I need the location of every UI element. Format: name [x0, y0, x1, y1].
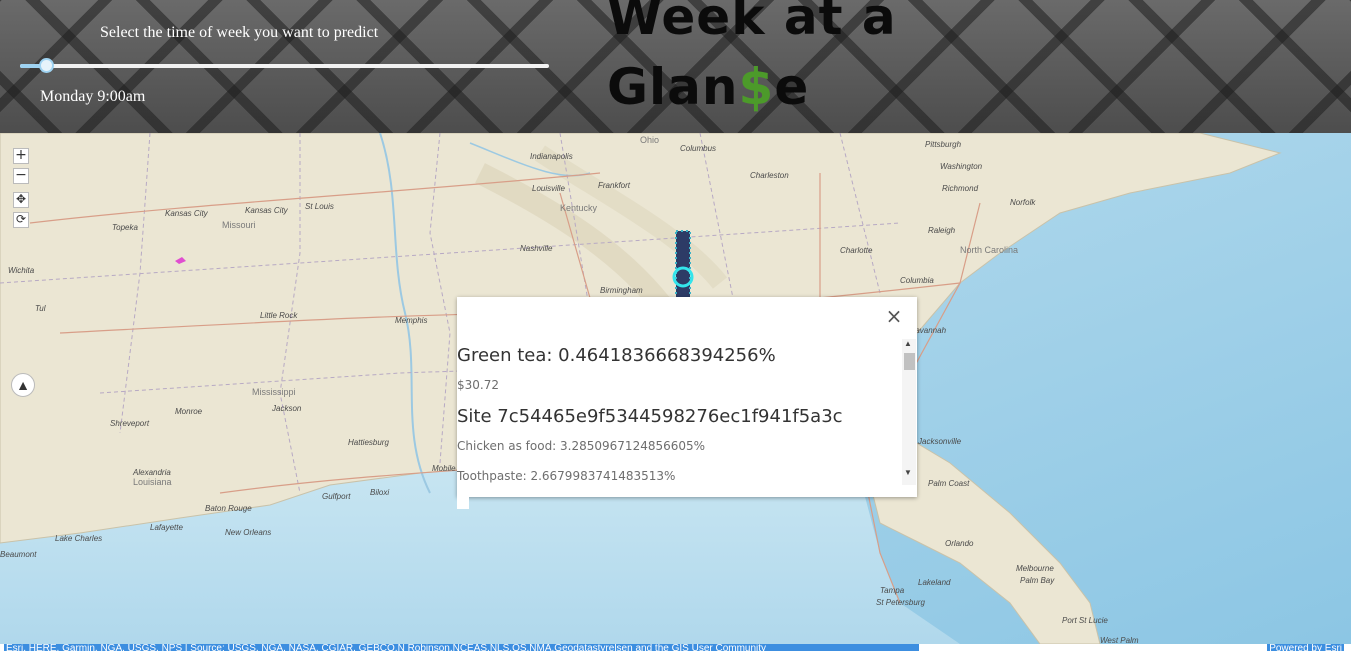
- city-label: Charlotte: [840, 246, 873, 255]
- city-label: Melbourne: [1016, 564, 1054, 573]
- site-popup[interactable]: × Green tea: 0.4641836668394256% $30.72 …: [457, 297, 917, 497]
- city-label: Little Rock: [260, 311, 298, 320]
- city-label: Lafayette: [150, 523, 183, 532]
- city-label: Shreveport: [110, 419, 150, 428]
- close-icon[interactable]: ×: [885, 306, 903, 326]
- city-label: Monroe: [175, 407, 203, 416]
- city-label: Biloxi: [370, 488, 389, 497]
- city-label: Pittsburgh: [925, 140, 962, 149]
- scroll-up-icon[interactable]: ▲: [904, 339, 912, 348]
- scroll-down-icon[interactable]: ▼: [904, 468, 912, 477]
- popup-scrollbar[interactable]: ▲ ▼: [902, 339, 916, 485]
- logo-line-1: Week at a: [607, 0, 897, 46]
- state-label: Kentucky: [560, 203, 598, 213]
- popup-line-chicken: Chicken as food: 3.2850967124856605%: [457, 439, 706, 453]
- city-label: St Petersburg: [876, 598, 925, 607]
- powered-by-esri[interactable]: Powered by Esri: [1267, 644, 1344, 651]
- state-label: Louisiana: [133, 477, 172, 487]
- city-label: Mobile: [432, 464, 456, 473]
- popup-site-id: Site 7c54465e9f5344598276ec1f941f5a3c: [457, 406, 843, 427]
- city-label: Birmingham: [600, 286, 643, 295]
- city-label: West Palm: [1100, 636, 1139, 644]
- city-label: Kansas City: [165, 209, 209, 218]
- logo-line-2: Glan$e: [607, 56, 809, 118]
- city-label: Jacksonville: [917, 437, 962, 446]
- city-label: Hattiesburg: [348, 438, 389, 447]
- rotate-icon[interactable]: ⟳: [13, 212, 29, 228]
- time-slider[interactable]: [20, 58, 549, 73]
- city-label: Lakeland: [918, 578, 951, 587]
- state-label: North Carolina: [960, 245, 1018, 255]
- extruded-column[interactable]: [676, 231, 690, 301]
- popup-pointer: [457, 497, 469, 509]
- state-label: Mississippi: [252, 387, 296, 397]
- popup-content[interactable]: Green tea: 0.4641836668394256% $30.72 Si…: [457, 339, 901, 491]
- city-label: Frankfort: [598, 181, 631, 190]
- city-label: Beaumont: [0, 550, 37, 559]
- city-label: Jackson: [271, 404, 302, 413]
- logo-prefix: Glan: [607, 58, 739, 116]
- map-attribution: Esri, HERE, Garmin, NGA, USGS, NPS | Sou…: [0, 644, 1351, 651]
- city-label: Port St Lucie: [1062, 616, 1108, 625]
- city-label: Richmond: [942, 184, 979, 193]
- app-stage: Indianapolis Columbus Pittsburgh Louisvi…: [0, 0, 1351, 651]
- slider-title: Select the time of week you want to pred…: [100, 24, 379, 41]
- scroll-thumb[interactable]: [904, 353, 915, 370]
- city-label: Louisville: [532, 184, 565, 193]
- city-label: Kansas City: [245, 206, 289, 215]
- slider-value-label: Monday 9:00am: [40, 88, 146, 105]
- city-label: Tul: [35, 304, 46, 313]
- city-label: Alexandria: [132, 468, 171, 477]
- city-label: Gulfport: [322, 492, 351, 501]
- slider-thumb[interactable]: [39, 58, 55, 73]
- zoom-out-button[interactable]: −: [13, 168, 29, 184]
- logo-suffix: e: [774, 58, 810, 116]
- city-label: Topeka: [112, 223, 139, 232]
- state-label: Missouri: [222, 220, 256, 230]
- state-label: Ohio: [640, 135, 659, 145]
- city-label: Columbus: [680, 144, 716, 153]
- city-label: Palm Coast: [928, 479, 970, 488]
- city-label: Norfolk: [1010, 198, 1036, 207]
- city-label: St Louis: [305, 202, 334, 211]
- header-banner: Select the time of week you want to pred…: [0, 0, 1351, 133]
- city-label: Tampa: [880, 586, 905, 595]
- city-label: Palm Bay: [1020, 576, 1055, 585]
- popup-title: Green tea: 0.4641836668394256%: [457, 345, 776, 366]
- city-label: New Orleans: [225, 528, 271, 537]
- compass-icon[interactable]: ▲: [11, 373, 35, 397]
- logo-dollar: $: [738, 58, 775, 116]
- zoom-in-button[interactable]: +: [13, 148, 29, 164]
- city-label: Memphis: [395, 316, 427, 325]
- city-label: Indianapolis: [530, 152, 573, 161]
- attribution-text[interactable]: Esri, HERE, Garmin, NGA, USGS, NPS | Sou…: [4, 644, 919, 651]
- city-label: Baton Rouge: [205, 504, 252, 513]
- city-label: Nashville: [520, 244, 553, 253]
- city-label: Wichita: [8, 266, 35, 275]
- city-label: Columbia: [900, 276, 934, 285]
- popup-line-toothpaste: Toothpaste: 2.6679983741483513%: [457, 469, 676, 483]
- city-label: Washington: [940, 162, 983, 171]
- popup-price: $30.72: [457, 378, 499, 392]
- city-label: Raleigh: [928, 226, 956, 235]
- city-label: Orlando: [945, 539, 974, 548]
- pan-icon[interactable]: ✥: [13, 192, 29, 208]
- city-label: Lake Charles: [55, 534, 102, 543]
- city-label: Charleston: [750, 171, 789, 180]
